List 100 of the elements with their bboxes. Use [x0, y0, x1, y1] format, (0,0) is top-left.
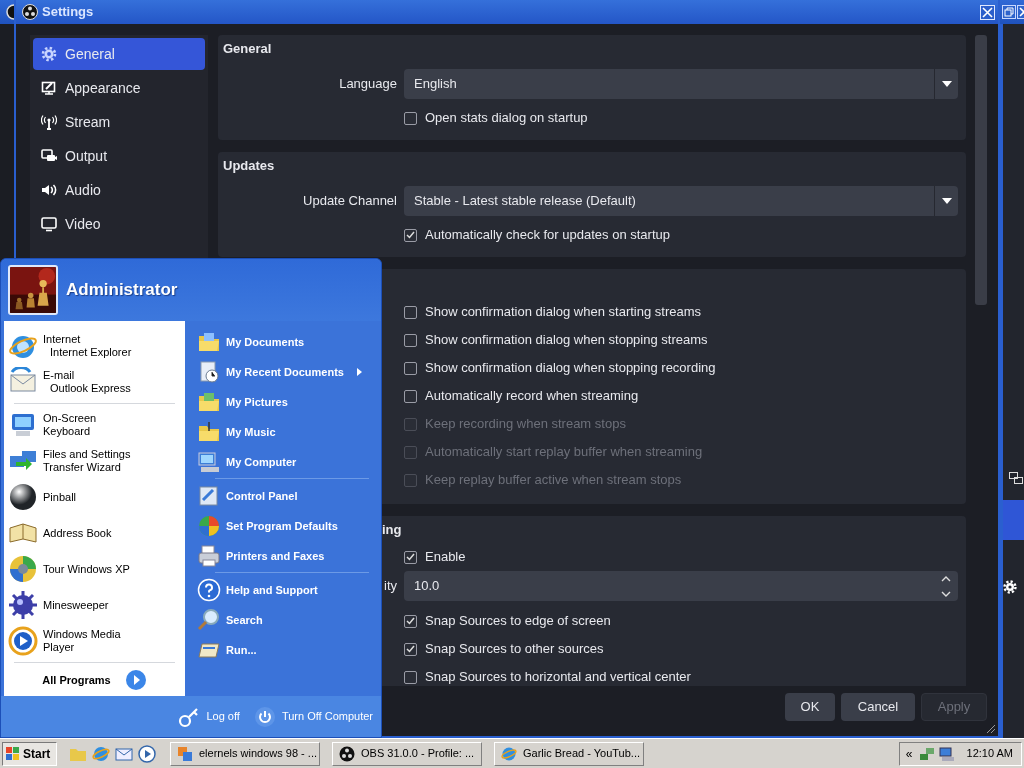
place-item[interactable]: My Music — [197, 417, 381, 447]
computer-icon[interactable] — [938, 745, 955, 762]
checkbox-label: Automatically start replay buffer when streaming — [425, 443, 703, 462]
ball-icon — [8, 482, 38, 512]
folder-icon — [197, 390, 221, 414]
pinwheel-icon — [197, 514, 221, 538]
caret-icon[interactable] — [941, 198, 952, 204]
windows-icon — [1009, 472, 1023, 484]
help-icon — [197, 578, 221, 602]
sidebar-item[interactable]: Stream — [33, 106, 205, 138]
program-item[interactable]: Tour Windows XP — [4, 551, 185, 587]
footer-button[interactable]: Log off — [178, 705, 240, 728]
monitor-icon — [41, 216, 57, 232]
checkbox[interactable] — [404, 550, 417, 564]
place-item[interactable]: Run... — [197, 635, 381, 665]
speaker-icon — [41, 182, 57, 198]
section-title: ing — [382, 521, 403, 539]
checkbox[interactable] — [404, 333, 417, 347]
sidebar-item[interactable]: Appearance — [33, 72, 205, 104]
section-title: Updates — [223, 157, 276, 175]
taskbar-button[interactable]: Garlic Bread - YouTub... — [494, 741, 644, 766]
window-icon — [177, 745, 193, 762]
field-label: Update Channel — [303, 192, 397, 211]
checkbox-label: Snap Sources to other sources — [425, 640, 604, 659]
globe-icon — [92, 744, 110, 763]
folder-icon — [197, 330, 221, 354]
place-item[interactable]: Help and Support — [197, 575, 381, 605]
program-item[interactable]: Windows Media Player — [4, 623, 185, 659]
checkbox[interactable] — [404, 389, 417, 403]
program-item[interactable]: Minesweeper — [4, 587, 185, 623]
checkbox[interactable] — [404, 642, 417, 656]
footer-button[interactable]: Turn Off Computer — [253, 705, 373, 728]
start-button[interactable]: Start — [2, 741, 57, 766]
dialog-button[interactable]: OK — [785, 693, 835, 721]
dialog-button[interactable]: Cancel — [841, 693, 915, 721]
program-item[interactable]: On-Screen Keyboard — [4, 407, 185, 443]
restore-icon — [1004, 7, 1014, 17]
dropdown[interactable]: English — [404, 69, 958, 99]
scrollbar-thumb[interactable] — [975, 35, 987, 305]
place-item[interactable]: My Computer — [197, 447, 381, 477]
place-item[interactable]: Control Panel — [197, 481, 381, 511]
field-label: ity — [384, 577, 397, 596]
window-title: Settings — [42, 3, 94, 22]
place-item[interactable]: Search — [197, 605, 381, 635]
all-programs-button[interactable]: All Programs — [4, 666, 185, 694]
checkbox-label: Open stats dialog on startup — [425, 109, 588, 128]
program-item[interactable]: Pinball — [4, 479, 185, 515]
user-name: Administrator — [66, 279, 178, 302]
control-panel-icon — [197, 484, 221, 508]
place-item[interactable]: My Documents — [197, 327, 381, 357]
printer-icon — [197, 544, 221, 568]
checkbox[interactable] — [404, 228, 417, 242]
spin-box[interactable]: 10.0 — [404, 571, 958, 601]
search-icon — [197, 608, 221, 632]
checkbox-label: Show confirmation dialog when stopping streams — [425, 331, 708, 350]
folder-icon — [197, 420, 221, 444]
place-item[interactable]: Set Program Defaults — [197, 511, 381, 541]
close-button[interactable] — [980, 4, 995, 20]
app-icon — [339, 745, 355, 762]
sidebar-item[interactable]: Video — [33, 208, 205, 240]
program-item[interactable]: Address Book — [4, 515, 185, 551]
checkbox-label: Enable — [425, 548, 466, 567]
place-item[interactable]: Printers and Faxes — [197, 541, 381, 571]
checkbox-label: Snap Sources to edge of screen — [425, 612, 611, 631]
chevron-up-icon[interactable] — [941, 575, 951, 582]
chevron-down-icon[interactable] — [941, 590, 951, 597]
sidebar-item[interactable]: Audio — [33, 174, 205, 206]
quick-launch-button[interactable] — [138, 744, 156, 763]
play-icon — [8, 626, 38, 656]
program-item[interactable]: E-mail Outlook Express — [4, 364, 185, 400]
checkbox[interactable] — [404, 670, 417, 684]
section-title: General — [223, 40, 273, 58]
checkbox[interactable] — [404, 361, 417, 375]
taskbar-button[interactable]: OBS 31.0.0 - Profile: ... — [332, 741, 482, 766]
field-label: Language — [339, 75, 397, 94]
tray-expand-button[interactable]: « — [903, 744, 915, 763]
taskbar-button[interactable]: elernels windows 98 - ... — [170, 741, 320, 766]
checkbox-label: Automatically record when streaming — [425, 387, 639, 406]
checkbox-label: Show confirmation dialog when stopping recording — [425, 359, 716, 378]
play-icon — [138, 744, 156, 763]
antenna-icon — [41, 114, 57, 130]
document-clock-icon — [197, 360, 221, 384]
program-item[interactable]: Internet Internet Explorer — [4, 328, 185, 364]
checkbox[interactable] — [404, 614, 417, 628]
restore-button[interactable] — [1002, 5, 1016, 19]
sidebar-item[interactable]: Output — [33, 140, 205, 172]
sidebar-item[interactable]: General — [33, 38, 205, 70]
checkbox[interactable] — [404, 305, 417, 319]
checkbox-label: Snap Sources to horizontal and vertical center — [425, 668, 691, 686]
network-icon[interactable] — [918, 745, 935, 762]
checkbox[interactable] — [404, 111, 417, 125]
resize-grip-icon[interactable] — [986, 724, 996, 734]
dropdown[interactable]: Stable - Latest stable release (Default) — [404, 186, 958, 216]
place-item[interactable]: My Pictures — [197, 387, 381, 417]
power-icon — [253, 705, 276, 728]
place-item[interactable]: My Recent Documents — [197, 357, 381, 387]
computer-icon — [197, 450, 221, 474]
caret-icon[interactable] — [941, 81, 952, 87]
checkbox-label: Show confirmation dialog when starting streams — [425, 303, 702, 322]
program-item[interactable]: Files and Settings Transfer Wizard — [4, 443, 185, 479]
